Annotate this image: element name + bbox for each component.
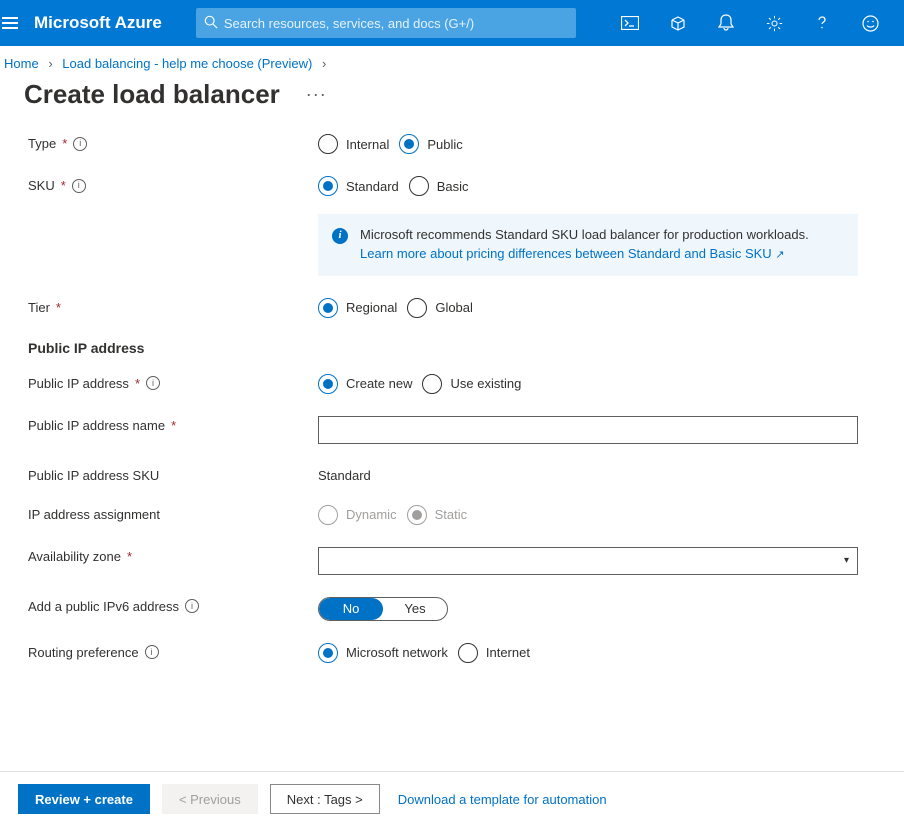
info-icon[interactable]: i xyxy=(72,179,86,193)
review-create-button[interactable]: Review + create xyxy=(18,784,150,814)
directories-icon[interactable] xyxy=(656,0,700,46)
ip-dynamic-radio: Dynamic xyxy=(318,505,397,525)
sku-standard-radio[interactable]: Standard xyxy=(318,176,399,196)
radio-label: Create new xyxy=(346,376,412,391)
required-marker: * xyxy=(127,549,132,564)
hamburger-menu[interactable] xyxy=(0,0,20,46)
ipv6-yes-option[interactable]: Yes xyxy=(383,598,447,620)
pip-create-new-radio[interactable]: Create new xyxy=(318,374,412,394)
ipv6-no-option[interactable]: No xyxy=(319,598,383,620)
radio-label: Global xyxy=(435,300,473,315)
availability-zone-label: Availability zone xyxy=(28,549,121,564)
radio-label: Internal xyxy=(346,137,389,152)
chevron-right-icon: › xyxy=(316,56,332,71)
type-public-radio[interactable]: Public xyxy=(399,134,462,154)
topbar-actions xyxy=(608,0,892,46)
external-link-icon: ↗ xyxy=(775,249,784,261)
sku-info-box: i Microsoft recommends Standard SKU load… xyxy=(318,214,858,276)
tier-regional-radio[interactable]: Regional xyxy=(318,298,397,318)
notifications-icon[interactable] xyxy=(704,0,748,46)
required-marker: * xyxy=(135,376,140,391)
sku-info-text: Microsoft recommends Standard SKU load b… xyxy=(360,227,809,242)
radio-label: Microsoft network xyxy=(346,645,448,660)
routing-preference-label: Routing preference xyxy=(28,645,139,660)
info-icon[interactable]: i xyxy=(146,376,160,390)
required-marker: * xyxy=(61,178,66,193)
chevron-down-icon: ▾ xyxy=(844,555,849,566)
previous-button: < Previous xyxy=(162,784,258,814)
type-internal-radio[interactable]: Internal xyxy=(318,134,389,154)
chevron-right-icon: › xyxy=(42,56,58,71)
feedback-icon[interactable] xyxy=(848,0,892,46)
public-ip-section-heading: Public IP address xyxy=(28,340,880,356)
breadcrumb-load-balancing[interactable]: Load balancing - help me choose (Preview… xyxy=(62,56,312,71)
ipv6-label: Add a public IPv6 address xyxy=(28,599,179,614)
availability-zone-select[interactable]: ▾ xyxy=(318,547,858,575)
routing-internet-radio[interactable]: Internet xyxy=(458,643,530,663)
type-label: Type xyxy=(28,136,56,151)
page-title: Create load balancer xyxy=(24,79,280,110)
required-marker: * xyxy=(171,418,176,433)
tier-global-radio[interactable]: Global xyxy=(407,298,473,318)
ip-assignment-label: IP address assignment xyxy=(28,507,160,522)
radio-label: Internet xyxy=(486,645,530,660)
global-search[interactable] xyxy=(196,8,576,38)
info-icon[interactable]: i xyxy=(73,137,87,151)
required-marker: * xyxy=(56,300,61,315)
search-input[interactable] xyxy=(218,16,568,31)
ipv6-toggle[interactable]: No Yes xyxy=(318,597,448,621)
tier-label: Tier xyxy=(28,300,50,315)
brand-label: Microsoft Azure xyxy=(20,13,186,33)
required-marker: * xyxy=(62,136,67,151)
public-ip-sku-value: Standard xyxy=(318,466,880,483)
info-icon[interactable]: i xyxy=(185,599,199,613)
settings-icon[interactable] xyxy=(752,0,796,46)
routing-ms-network-radio[interactable]: Microsoft network xyxy=(318,643,448,663)
info-icon[interactable]: i xyxy=(145,645,159,659)
info-icon: i xyxy=(332,228,348,244)
radio-label: Static xyxy=(435,507,468,522)
top-nav-bar: Microsoft Azure xyxy=(0,0,904,46)
radio-label: Regional xyxy=(346,300,397,315)
breadcrumb-home[interactable]: Home xyxy=(4,56,39,71)
radio-label: Basic xyxy=(437,179,469,194)
cloud-shell-icon[interactable] xyxy=(608,0,652,46)
radio-label: Use existing xyxy=(450,376,521,391)
sku-pricing-link[interactable]: Learn more about pricing differences bet… xyxy=(360,246,785,261)
public-ip-sku-label: Public IP address SKU xyxy=(28,468,159,483)
public-ip-name-input[interactable] xyxy=(318,416,858,444)
sku-basic-radio[interactable]: Basic xyxy=(409,176,469,196)
public-ip-label: Public IP address xyxy=(28,376,129,391)
search-icon xyxy=(204,15,218,32)
next-tags-button[interactable]: Next : Tags > xyxy=(270,784,380,814)
help-icon[interactable] xyxy=(800,0,844,46)
radio-label: Standard xyxy=(346,179,399,194)
radio-label: Public xyxy=(427,137,462,152)
sku-label: SKU xyxy=(28,178,55,193)
ip-static-radio: Static xyxy=(407,505,468,525)
more-actions-button[interactable]: ··· xyxy=(298,80,335,109)
download-template-link[interactable]: Download a template for automation xyxy=(398,792,607,807)
public-ip-name-label: Public IP address name xyxy=(28,418,165,433)
radio-label: Dynamic xyxy=(346,507,397,522)
create-lb-form: Type * i Internal Public SKU * i xyxy=(0,114,904,663)
wizard-footer: Review + create < Previous Next : Tags >… xyxy=(0,771,904,826)
pip-use-existing-radio[interactable]: Use existing xyxy=(422,374,521,394)
breadcrumb: Home › Load balancing - help me choose (… xyxy=(0,46,904,71)
